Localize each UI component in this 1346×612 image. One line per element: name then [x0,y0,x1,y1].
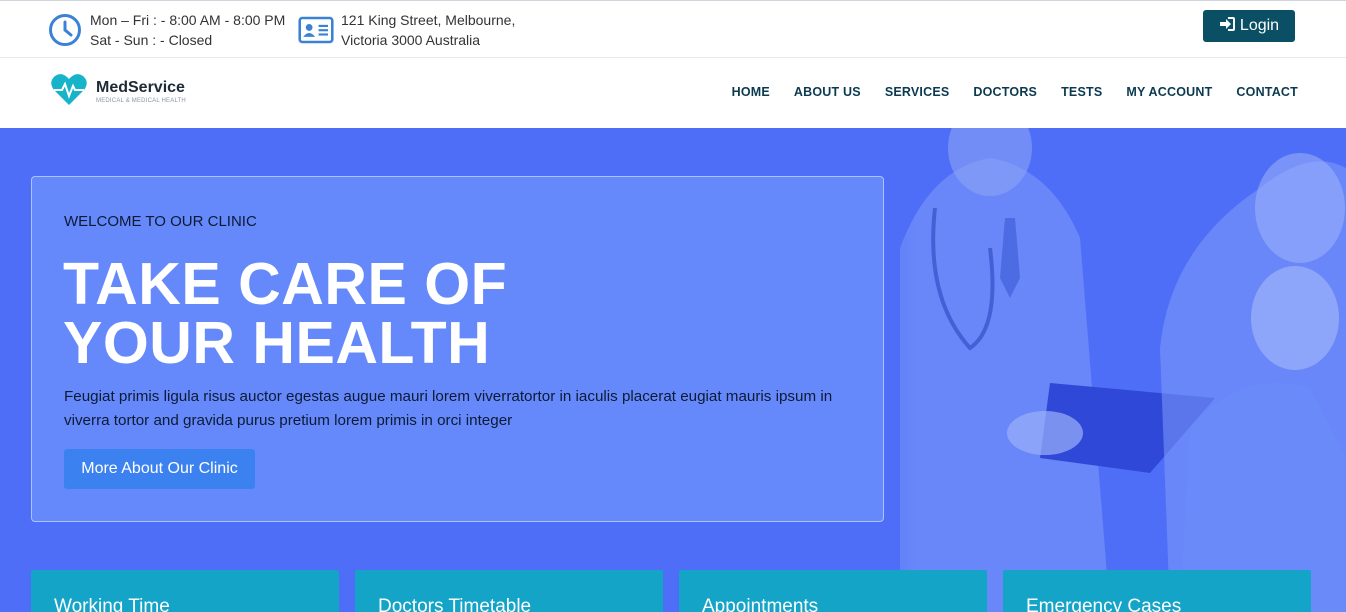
feature-working-time[interactable]: Working Time [31,570,339,612]
feature-emergency-cases[interactable]: Emergency Cases [1003,570,1311,612]
nav-tests[interactable]: TESTS [1061,85,1102,99]
address-city: Victoria 3000 Australia [341,32,481,48]
nav-doctors[interactable]: DOCTORS [973,85,1037,99]
nav-contact[interactable]: CONTACT [1236,85,1298,99]
top-info-bar: Mon – Fri : - 8:00 AM - 8:00 PM Sat - Su… [0,0,1346,58]
feature-emergency-cases-label: Emergency Cases [1026,596,1182,612]
hero-title-line2: YOUR HEALTH [63,310,491,376]
opening-hours: Mon – Fri : - 8:00 AM - 8:00 PM Sat - Su… [47,10,285,50]
hero-title-line1: TAKE CARE OF [63,251,508,317]
site-logo[interactable]: MedService MEDICAL & MEDICAL HEALTH [50,71,186,112]
brand-tagline: MEDICAL & MEDICAL HEALTH [96,97,186,104]
more-about-clinic-button[interactable]: More About Our Clinic [64,449,255,489]
login-label: Login [1239,17,1280,34]
hours-weekdays: Mon – Fri : - 8:00 AM - 8:00 PM [90,12,286,28]
nav-services[interactable]: SERVICES [885,85,950,99]
hero-card: WELCOME TO OUR CLINIC TAKE CARE OF YOUR … [31,176,884,522]
clinic-address: 121 King Street, Melbourne, Victoria 300… [298,10,515,50]
clock-icon [47,12,83,48]
sign-in-icon [1219,16,1235,36]
id-card-icon [298,12,334,48]
nav-about-us[interactable]: ABOUT US [794,85,861,99]
hero-description: Feugiat primis ligula risus auctor egest… [64,388,833,429]
feature-doctors-timetable[interactable]: Doctors Timetable [355,570,663,612]
hours-weekend: Sat - Sun : - Closed [90,32,213,48]
login-button[interactable]: Login [1203,10,1295,42]
nav-home[interactable]: HOME [732,85,770,99]
feature-appointments-label: Appointments [702,596,819,612]
feature-doctors-timetable-label: Doctors Timetable [378,596,532,612]
feature-appointments[interactable]: Appointments [679,570,987,612]
brand-name: MedService [96,78,185,96]
hero-section: WELCOME TO OUR CLINIC TAKE CARE OF YOUR … [0,128,1346,612]
address-street: 121 King Street, Melbourne, [341,12,516,28]
nav-my-account[interactable]: MY ACCOUNT [1126,85,1212,99]
doctor-patient-image [840,128,1346,612]
hero-eyebrow: WELCOME TO OUR CLINIC [64,213,257,230]
feature-working-time-label: Working Time [54,596,170,612]
main-menu: HOME ABOUT US SERVICES DOCTORS TESTS MY … [732,85,1298,99]
heart-pulse-icon [50,71,88,112]
hero-title: TAKE CARE OF YOUR HEALTH [63,255,507,373]
main-navbar: MedService MEDICAL & MEDICAL HEALTH HOME… [0,58,1346,128]
